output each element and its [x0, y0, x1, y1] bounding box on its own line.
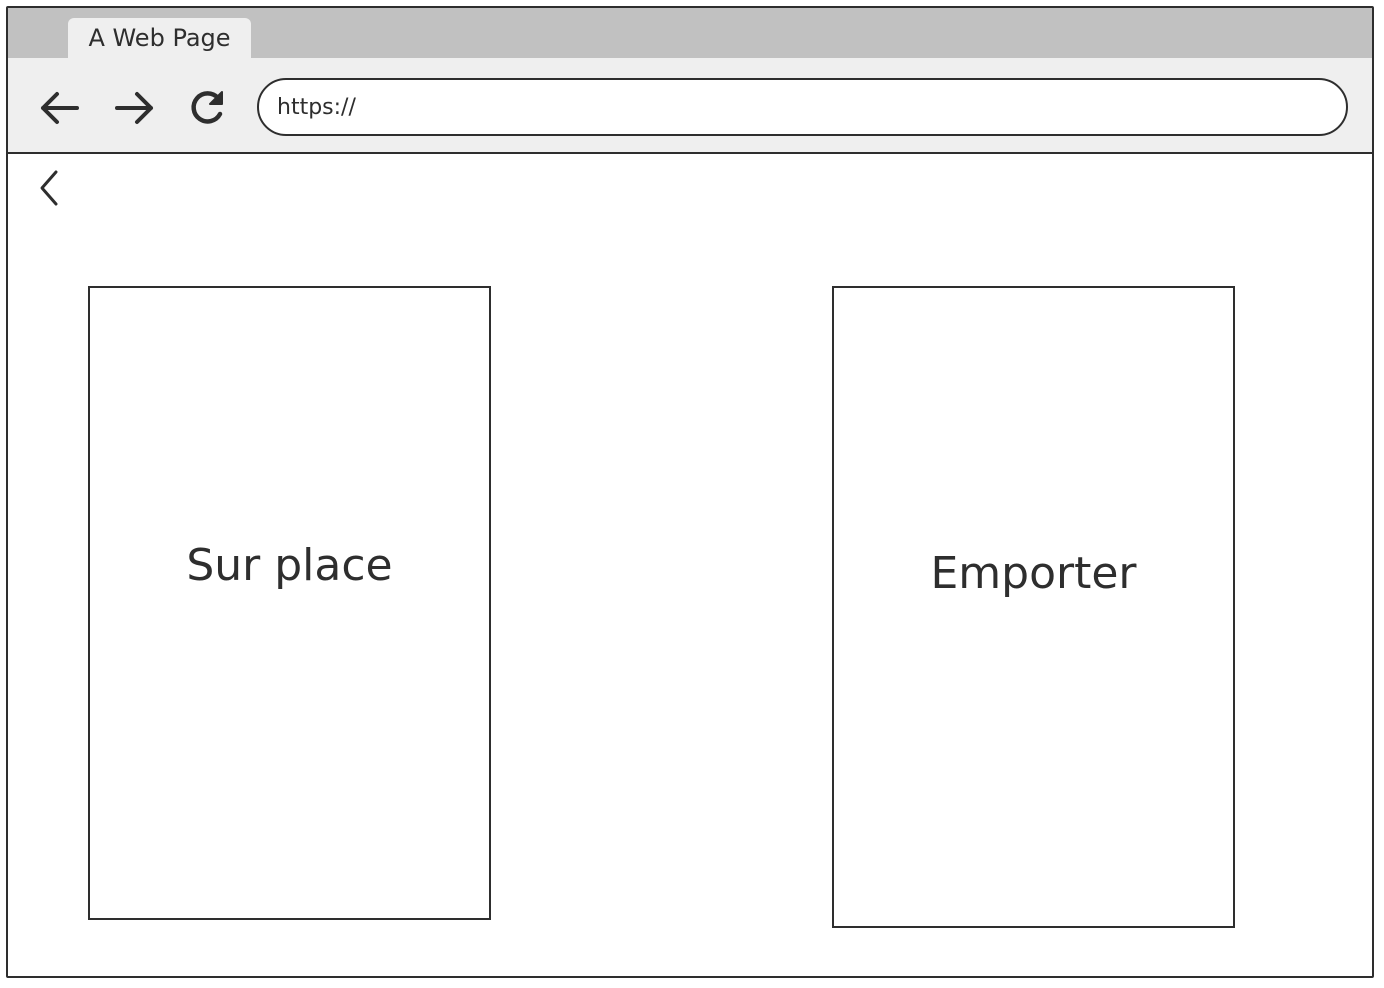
browser-back-button[interactable]: [36, 86, 82, 130]
browser-toolbar: [8, 58, 1372, 154]
tab-title: A Web Page: [88, 24, 231, 52]
option-card-emporter[interactable]: Emporter: [832, 286, 1235, 928]
arrow-right-icon: [115, 92, 153, 124]
option-label-sur-place: Sur place: [186, 540, 393, 591]
address-bar[interactable]: [257, 78, 1348, 136]
tab-bar: A Web Page: [8, 8, 1372, 62]
reload-icon: [191, 91, 223, 124]
browser-forward-button[interactable]: [112, 86, 158, 130]
page-back-button[interactable]: [34, 166, 64, 210]
arrow-left-icon: [41, 92, 79, 124]
browser-window: A Web Page https:// Sur place Emporter: [6, 6, 1374, 978]
url-input[interactable]: [277, 94, 1346, 120]
chevron-left-icon: [40, 170, 58, 206]
page-content: Sur place Emporter: [8, 154, 1372, 976]
tab-active[interactable]: A Web Page: [68, 18, 251, 62]
browser-reload-button[interactable]: [184, 86, 230, 130]
option-card-sur-place[interactable]: Sur place: [88, 286, 491, 920]
option-label-emporter: Emporter: [930, 548, 1137, 599]
